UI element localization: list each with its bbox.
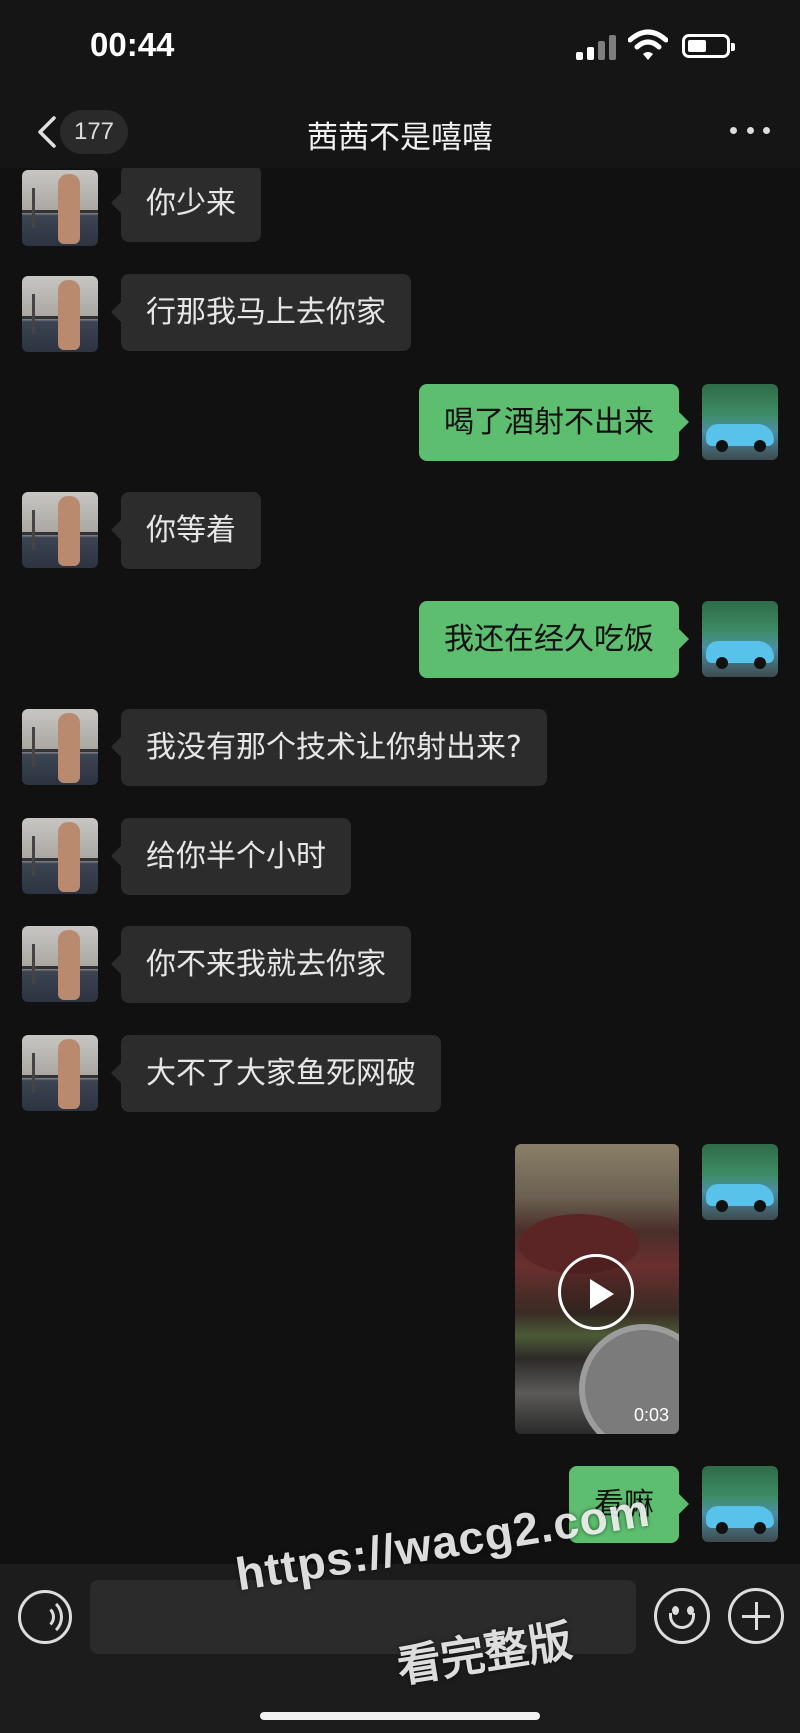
battery-icon	[682, 34, 735, 58]
incoming-message-bubble[interactable]: 我没有那个技术让你射出来?	[111, 709, 547, 786]
home-indicator[interactable]	[260, 1712, 540, 1720]
incoming-message-bubble[interactable]: 你少来	[111, 168, 261, 242]
voice-input-icon[interactable]	[18, 1590, 72, 1644]
outgoing-message-bubble[interactable]: 我还在经久吃饭	[419, 601, 689, 678]
my-avatar[interactable]	[702, 601, 778, 677]
contact-avatar[interactable]	[22, 818, 98, 894]
status-time: 00:44	[90, 26, 175, 63]
video-message[interactable]: 0:03	[515, 1144, 679, 1434]
nav-bar: 177 茜茜不是嘻嘻	[0, 96, 800, 168]
contact-avatar[interactable]	[22, 926, 98, 1002]
contact-avatar[interactable]	[22, 170, 98, 246]
chat-title: 茜茜不是嘻嘻	[307, 120, 493, 156]
chat-screen: 00:44 177 茜茜不是嘻嘻 你少来 行那我马上去你家 喝了酒射不出来 你等…	[0, 0, 800, 1733]
wifi-icon	[628, 29, 668, 60]
contact-avatar[interactable]	[22, 709, 98, 785]
outgoing-message-bubble[interactable]: 喝了酒射不出来	[419, 384, 689, 461]
incoming-message-bubble[interactable]: 你等着	[111, 492, 261, 569]
video-duration: 0:03	[633, 1405, 669, 1425]
incoming-message-bubble[interactable]: 你不来我就去你家	[111, 926, 411, 1003]
play-icon[interactable]	[558, 1254, 634, 1330]
contact-avatar[interactable]	[22, 492, 98, 568]
incoming-message-bubble[interactable]: 行那我马上去你家	[111, 274, 411, 351]
plus-icon[interactable]	[728, 1588, 784, 1644]
my-avatar[interactable]	[702, 1144, 778, 1220]
my-avatar[interactable]	[702, 1466, 778, 1542]
incoming-message-bubble[interactable]: 给你半个小时	[111, 818, 351, 895]
status-bar: 00:44	[0, 0, 800, 96]
contact-avatar[interactable]	[22, 1035, 98, 1111]
cellular-signal-icon	[576, 34, 618, 60]
my-avatar[interactable]	[702, 384, 778, 460]
incoming-message-bubble[interactable]: 大不了大家鱼死网破	[111, 1035, 441, 1112]
emoji-icon[interactable]	[654, 1588, 710, 1644]
more-options-icon[interactable]	[730, 120, 770, 140]
contact-avatar[interactable]	[22, 276, 98, 352]
message-list[interactable]: 你少来 行那我马上去你家 喝了酒射不出来 你等着 我还在经久吃饭 我没有那个技术…	[0, 168, 800, 1564]
